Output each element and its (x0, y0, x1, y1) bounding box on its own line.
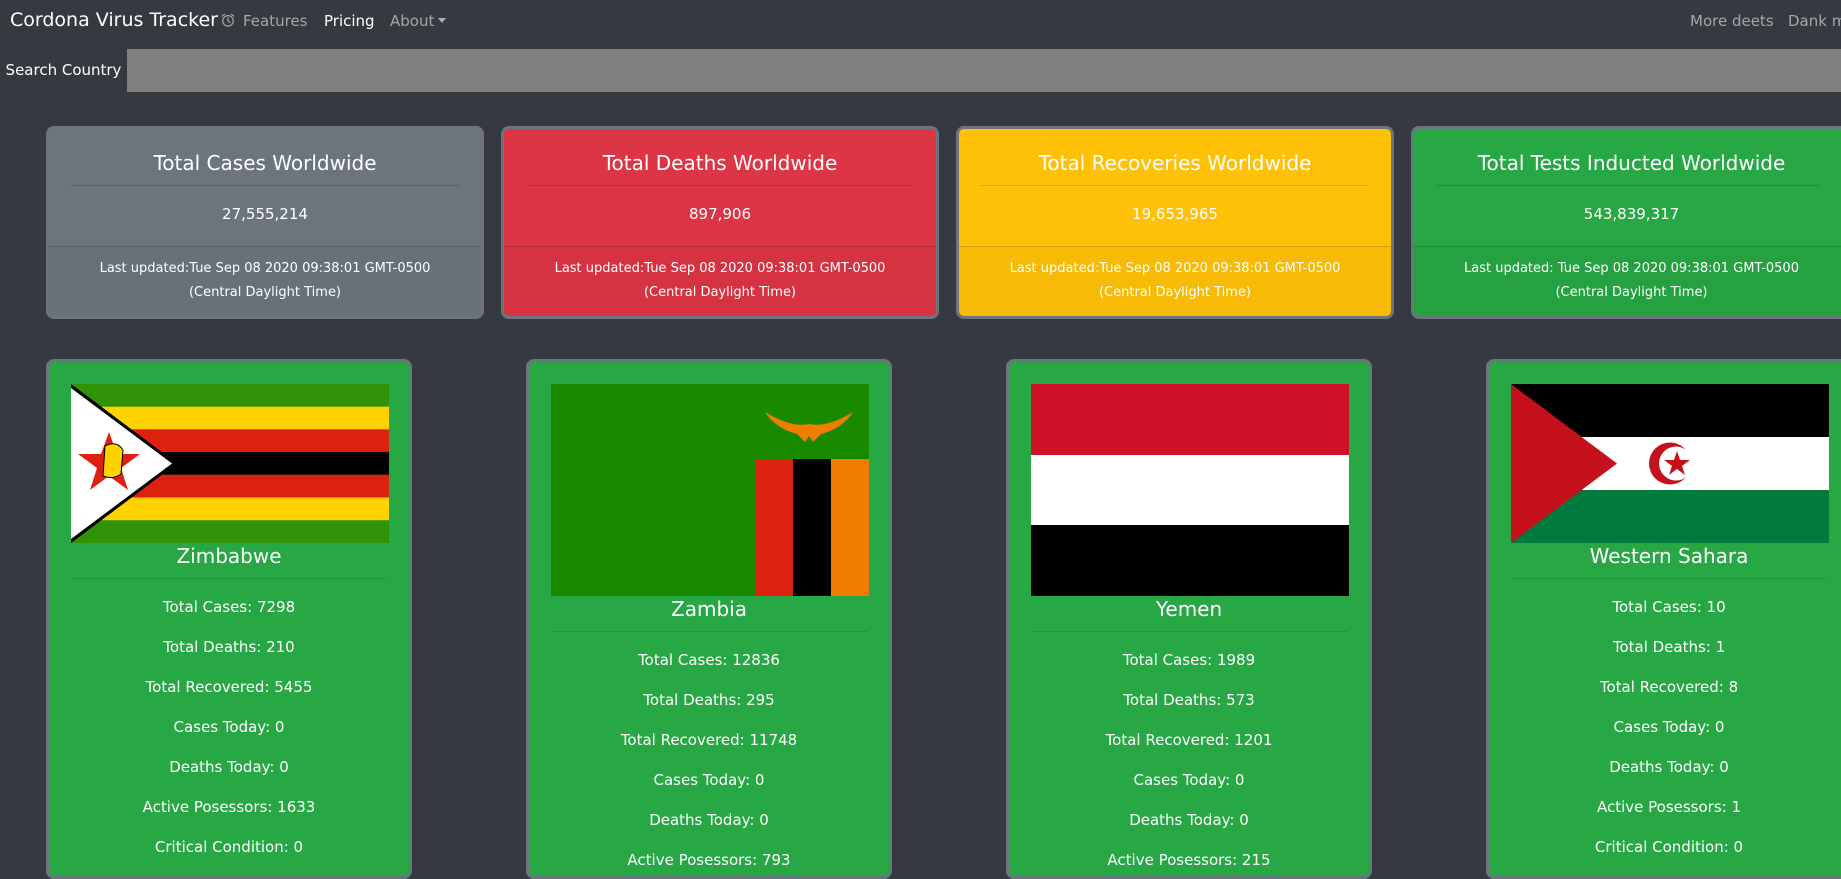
stat-total-cases: Total Cases: 12836 (638, 651, 780, 669)
total-recoveries-card: Total Recoveries Worldwide 19,653,965 La… (956, 126, 1394, 319)
zimbabwe-flag-icon (71, 384, 389, 543)
country-card-zambia[interactable]: Zambia Total Cases: 12836 Total Deaths: … (526, 359, 892, 879)
stat-deaths-today: Deaths Today: 0 (649, 811, 769, 829)
country-card-yemen[interactable]: Yemen Total Cases: 1989 Total Deaths: 57… (1006, 359, 1372, 879)
total-cases-card: Total Cases Worldwide 27,555,214 Last up… (46, 126, 484, 319)
divider (1436, 185, 1819, 186)
yemen-flag-icon (1031, 384, 1349, 596)
alarm-clock-icon (221, 13, 235, 27)
stat-active: Active Posessors: 1 (1596, 798, 1742, 816)
western-sahara-flag-icon (1511, 384, 1829, 543)
nav-about-label: About (390, 12, 435, 30)
divider (1511, 578, 1827, 579)
caret-down-icon (438, 18, 447, 23)
search-label: Search Country (0, 49, 127, 92)
card-title: Total Deaths Worldwide (602, 151, 838, 175)
stat-total-recovered: Total Recovered: 5455 (145, 678, 313, 696)
stat-total-deaths: Total Deaths: 1 (1612, 638, 1726, 656)
stat-total-cases: Total Cases: 1989 (1122, 651, 1256, 669)
country-name: Yemen (1155, 597, 1223, 621)
stat-deaths-today: Deaths Today: 0 (169, 758, 289, 776)
stat-active: Active Posessors: 1633 (142, 798, 316, 816)
zambia-flag-icon (551, 384, 869, 596)
nav-more-deets[interactable]: More deets (1690, 12, 1774, 30)
stat-cases-today: Cases Today: 0 (1613, 718, 1725, 736)
card-value: 543,839,317 (1583, 205, 1680, 223)
stat-active: Active Posessors: 793 (627, 851, 791, 869)
stat-total-recovered: Total Recovered: 8 (1599, 678, 1739, 696)
stat-total-cases: Total Cases: 7298 (162, 598, 296, 616)
divider (526, 185, 914, 186)
total-tests-card: Total Tests Inducted Worldwide 543,839,3… (1411, 126, 1841, 319)
country-name: Western Sahara (1589, 544, 1749, 568)
country-name: Zimbabwe (176, 544, 282, 568)
stat-critical: Critical Condition: 0 (154, 838, 304, 856)
card-value: 897,906 (688, 205, 752, 223)
card-value: 27,555,214 (222, 205, 308, 223)
stat-total-recovered: Total Recovered: 11748 (620, 731, 798, 749)
stat-cases-today: Cases Today: 0 (173, 718, 285, 736)
stat-total-deaths: Total Deaths: 295 (643, 691, 775, 709)
stat-deaths-today: Deaths Today: 0 (1129, 811, 1249, 829)
nav-dank-mode[interactable]: Dank m (1788, 12, 1841, 30)
stat-total-deaths: Total Deaths: 573 (1123, 691, 1255, 709)
stat-total-deaths: Total Deaths: 210 (163, 638, 295, 656)
search-bar: Search Country (0, 49, 1841, 92)
nav-features[interactable]: Features (243, 12, 308, 30)
divider (71, 185, 459, 186)
brand-title[interactable]: Cordona Virus Tracker (10, 9, 218, 31)
stat-total-recovered: Total Recovered: 1201 (1105, 731, 1273, 749)
stat-critical: Critical Condition: 0 (1594, 838, 1744, 856)
last-updated-text: Last updated:Tue Sep 08 2020 09:38:01 GM… (49, 246, 481, 316)
card-title: Total Recoveries Worldwide (1038, 151, 1312, 175)
card-title: Total Cases Worldwide (153, 151, 377, 175)
navbar: Cordona Virus Tracker Features Pricing A… (0, 0, 1841, 42)
stat-cases-today: Cases Today: 0 (1133, 771, 1245, 789)
nav-pricing[interactable]: Pricing (324, 12, 375, 30)
card-title: Total Tests Inducted Worldwide (1477, 151, 1786, 175)
divider (71, 578, 387, 579)
stat-deaths-today: Deaths Today: 0 (1609, 758, 1729, 776)
nav-about-dropdown[interactable]: About (390, 12, 447, 30)
stat-cases-today: Cases Today: 0 (653, 771, 765, 789)
search-country-input[interactable] (127, 49, 1841, 92)
divider (551, 631, 867, 632)
country-card-zimbabwe[interactable]: Zimbabwe Total Cases: 7298 Total Deaths:… (46, 359, 412, 879)
last-updated-text: Last updated: Tue Sep 08 2020 09:38:01 G… (1414, 246, 1841, 316)
divider (981, 185, 1369, 186)
divider (1031, 631, 1347, 632)
country-card-western-sahara[interactable]: Western Sahara Total Cases: 10 Total Dea… (1486, 359, 1841, 879)
card-value: 19,653,965 (1132, 205, 1218, 223)
stat-total-cases: Total Cases: 10 (1612, 598, 1726, 616)
total-deaths-card: Total Deaths Worldwide 897,906 Last upda… (501, 126, 939, 319)
stat-active: Active Posessors: 215 (1107, 851, 1271, 869)
last-updated-text: Last updated:Tue Sep 08 2020 09:38:01 GM… (959, 246, 1391, 316)
last-updated-text: Last updated:Tue Sep 08 2020 09:38:01 GM… (504, 246, 936, 316)
country-name: Zambia (671, 597, 747, 621)
